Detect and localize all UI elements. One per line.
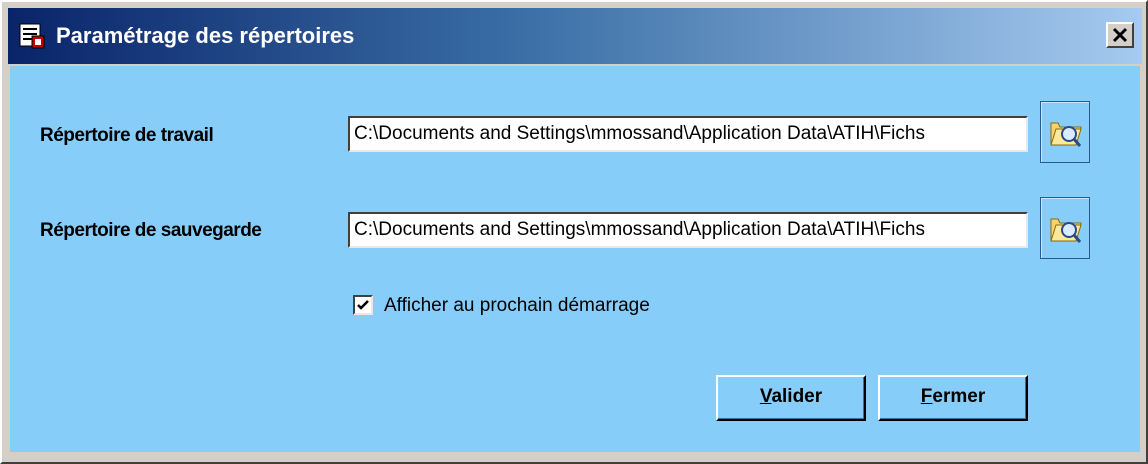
work-dir-input[interactable]: C:\Documents and Settings\mmossand\Appli… bbox=[348, 116, 1028, 152]
close-button[interactable]: Fermer bbox=[878, 375, 1028, 421]
close-icon bbox=[1110, 27, 1130, 49]
close-window-button[interactable] bbox=[1106, 22, 1134, 48]
backup-dir-label: Répertoire de sauvegarde bbox=[40, 220, 262, 241]
dialog-window: Paramétrage des répertoires Répertoire d… bbox=[0, 0, 1148, 464]
show-at-startup-checkbox[interactable] bbox=[353, 295, 373, 315]
show-at-startup-label[interactable]: Afficher au prochain démarrage bbox=[384, 295, 650, 317]
validate-label: alider bbox=[771, 386, 823, 407]
validate-mnemonic: V bbox=[759, 386, 772, 407]
browse-work-dir-button[interactable] bbox=[1040, 101, 1090, 163]
browse-backup-dir-button[interactable] bbox=[1040, 197, 1090, 259]
close-label: ermer bbox=[932, 386, 986, 407]
title-bar[interactable]: Paramétrage des répertoires bbox=[8, 8, 1142, 64]
window-title: Paramétrage des répertoires bbox=[56, 23, 355, 48]
close-mnemonic: F bbox=[920, 386, 933, 407]
settings-app-icon bbox=[18, 22, 46, 50]
backup-dir-input[interactable]: C:\Documents and Settings\mmossand\Appli… bbox=[348, 212, 1028, 248]
validate-button[interactable]: Valider bbox=[716, 375, 866, 421]
work-dir-label: Répertoire de travail bbox=[40, 125, 214, 146]
dialog-body: Répertoire de travail C:\Documents and S… bbox=[10, 66, 1140, 452]
